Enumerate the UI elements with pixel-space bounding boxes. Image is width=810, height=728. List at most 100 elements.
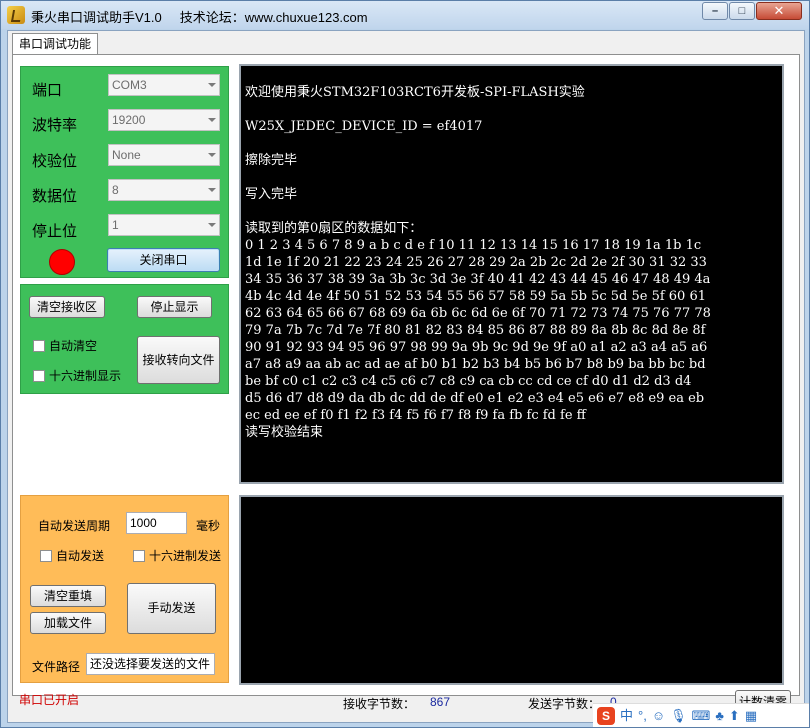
chevron-down-icon — [208, 223, 216, 227]
port-state-text: 串口已开启 — [19, 693, 80, 707]
tab-serial-debug[interactable]: 串口调试功能 — [12, 33, 99, 55]
databits-label: 数据位 — [32, 188, 78, 205]
hex-send-checkbox[interactable]: 十六进制发送 — [133, 547, 221, 564]
app-title: 秉火串口调试助手V1.0 — [31, 10, 162, 25]
smile-icon[interactable]: ☺ — [652, 709, 665, 722]
console-line: 4b 4c 4d 4e 4f 50 51 52 53 54 55 56 57 5… — [245, 289, 707, 304]
stopbits-value: 1 — [112, 218, 119, 232]
grid-icon[interactable]: ▦ — [745, 709, 757, 722]
port-label: 端口 — [32, 82, 63, 99]
maximize-icon: □ — [738, 5, 746, 17]
file-path-input[interactable]: 还没选择要发送的文件 — [86, 653, 215, 675]
console-line: 写入完毕 — [245, 187, 298, 202]
console-line: be bf c0 c1 c2 c3 c4 c5 c6 c7 c8 c9 ca c… — [245, 374, 692, 389]
clear-receive-button[interactable]: 清空接收区 — [29, 296, 105, 318]
ime-lang-toggle[interactable]: 中 — [620, 709, 633, 722]
close-icon: ✕ — [773, 3, 785, 18]
console-line: ec ed ee ef f0 f1 f2 f3 f4 f5 f6 f7 f8 f… — [245, 408, 586, 423]
receive-text: 欢迎使用秉火STM32F103RCT6开发板-SPI-FLASH实验 W25X_J… — [245, 84, 775, 441]
console-line: 79 7a 7b 7c 7d 7e 7f 80 81 82 83 84 85 8… — [245, 323, 706, 338]
console-line: 欢迎使用秉火STM32F103RCT6开发板-SPI-FLASH实验 — [245, 85, 585, 100]
rx-count-label: 接收字节数： — [343, 697, 416, 711]
console-line: 1d 1e 1f 20 21 22 23 24 25 26 27 28 29 2… — [245, 255, 707, 270]
ime-punct-toggle[interactable]: °, — [638, 709, 647, 722]
period-label: 自动发送周期 — [38, 519, 111, 533]
chevron-down-icon — [208, 118, 216, 122]
hex-display-checkbox[interactable]: 十六进制显示 — [33, 367, 121, 384]
minimize-icon: – — [711, 5, 719, 17]
load-file-button[interactable]: 加载文件 — [30, 612, 106, 634]
manual-send-button[interactable]: 手动发送 — [127, 583, 216, 634]
close-port-button[interactable]: 关闭串口 — [107, 248, 220, 272]
console-line: 90 91 92 93 94 95 96 97 98 99 9a 9b 9c 9… — [245, 340, 708, 355]
send-controls-panel: 自动发送周期 1000 毫秒 自动发送 十六进制发送 清空重填 加载文件 手动发… — [20, 495, 229, 683]
console-line: a7 a8 a9 aa ab ac ad ae af b0 b1 b2 b3 b… — [245, 357, 706, 372]
console-line: 34 35 36 37 38 39 3a 3b 3c 3d 3e 3f 40 4… — [245, 272, 711, 287]
mic-icon[interactable]: 🎙 — [670, 709, 687, 722]
console-line: 62 63 64 65 66 67 68 69 6a 6b 6c 6d 6e 6… — [245, 306, 711, 321]
port-value: COM3 — [112, 78, 147, 92]
chevron-down-icon — [208, 83, 216, 87]
baud-select[interactable]: 19200 — [108, 109, 220, 131]
auto-clear-checkbox[interactable]: 自动清空 — [33, 337, 97, 354]
rx-count-value: 867 — [430, 695, 451, 709]
forum-link-text: 技术论坛：www.chuxue123.com — [179, 10, 368, 25]
file-path-label: 文件路径 — [32, 660, 81, 674]
tab-panel: 端口 COM3 波特率 19200 校验位 None 数据位 8 停止位 1 关… — [12, 54, 800, 696]
console-line: W25X_JEDEC_DEVICE_ID = ef4017 — [245, 119, 483, 134]
chevron-down-icon — [208, 153, 216, 157]
app-logo-icon — [7, 6, 25, 24]
stopbits-select[interactable]: 1 — [108, 214, 220, 236]
window-title: 秉火串口调试助手V1.0 技术论坛：www.chuxue123.com — [31, 7, 368, 26]
chevron-down-icon — [208, 188, 216, 192]
console-line: 擦除完毕 — [245, 153, 298, 168]
console-line: 读写校验结束 — [245, 425, 324, 440]
receive-console[interactable]: 欢迎使用秉火STM32F103RCT6开发板-SPI-FLASH实验 W25X_J… — [239, 64, 784, 484]
redirect-to-file-button[interactable]: 接收转向文件 — [137, 336, 220, 384]
auto-send-label: 自动发送 — [56, 549, 105, 563]
client-area: 串口调试功能 端口 COM3 波特率 19200 校验位 None 数据位 8 … — [7, 30, 805, 723]
stopbits-label: 停止位 — [32, 223, 78, 240]
baud-value: 19200 — [112, 113, 146, 127]
console-line: 读取到的第0扇区的数据如下： — [245, 221, 423, 236]
auto-clear-label: 自动清空 — [49, 339, 98, 353]
checkbox-box — [40, 550, 52, 562]
stop-display-button[interactable]: 停止显示 — [137, 296, 212, 318]
serial-settings-panel: 端口 COM3 波特率 19200 校验位 None 数据位 8 停止位 1 关… — [20, 66, 229, 278]
keyboard-icon[interactable]: ⌨ — [692, 709, 711, 722]
period-unit: 毫秒 — [196, 519, 221, 533]
period-input[interactable]: 1000 — [126, 512, 187, 534]
close-button[interactable]: ✕ — [756, 2, 802, 20]
tx-count-label: 发送字节数： — [528, 697, 601, 711]
send-console[interactable] — [239, 495, 784, 685]
console-line: 0 1 2 3 4 5 6 7 8 9 a b c d e f 10 11 12… — [245, 238, 702, 253]
minimize-button[interactable]: – — [702, 2, 728, 20]
checkbox-box — [133, 550, 145, 562]
baud-label: 波特率 — [32, 117, 78, 134]
parity-select[interactable]: None — [108, 144, 220, 166]
port-status-led — [49, 249, 75, 275]
checkbox-box — [33, 370, 45, 382]
parity-value: None — [112, 148, 141, 162]
ime-logo-icon[interactable]: S — [597, 706, 615, 725]
console-line: d5 d6 d7 d8 d9 da db dc dd de df e0 e1 e… — [245, 391, 705, 406]
hex-send-label: 十六进制发送 — [149, 549, 222, 563]
databits-select[interactable]: 8 — [108, 179, 220, 201]
clear-refill-button[interactable]: 清空重填 — [30, 585, 106, 607]
skin-icon[interactable]: ♣ — [715, 709, 724, 722]
databits-value: 8 — [112, 183, 119, 197]
checkbox-box — [33, 340, 45, 352]
ime-toolbar[interactable]: S 中 °, ☺ 🎙 ⌨ ♣ ⬆ ▦ — [593, 703, 809, 727]
hex-display-label: 十六进制显示 — [49, 369, 122, 383]
port-select[interactable]: COM3 — [108, 74, 220, 96]
title-bar[interactable]: 秉火串口调试助手V1.0 技术论坛：www.chuxue123.com – □ ✕ — [1, 1, 809, 29]
shirt-icon[interactable]: ⬆ — [729, 709, 740, 722]
maximize-button[interactable]: □ — [729, 2, 755, 20]
receive-controls-panel: 清空接收区 停止显示 自动清空 十六进制显示 接收转向文件 — [20, 284, 229, 394]
auto-send-checkbox[interactable]: 自动发送 — [40, 547, 104, 564]
parity-label: 校验位 — [32, 153, 78, 170]
